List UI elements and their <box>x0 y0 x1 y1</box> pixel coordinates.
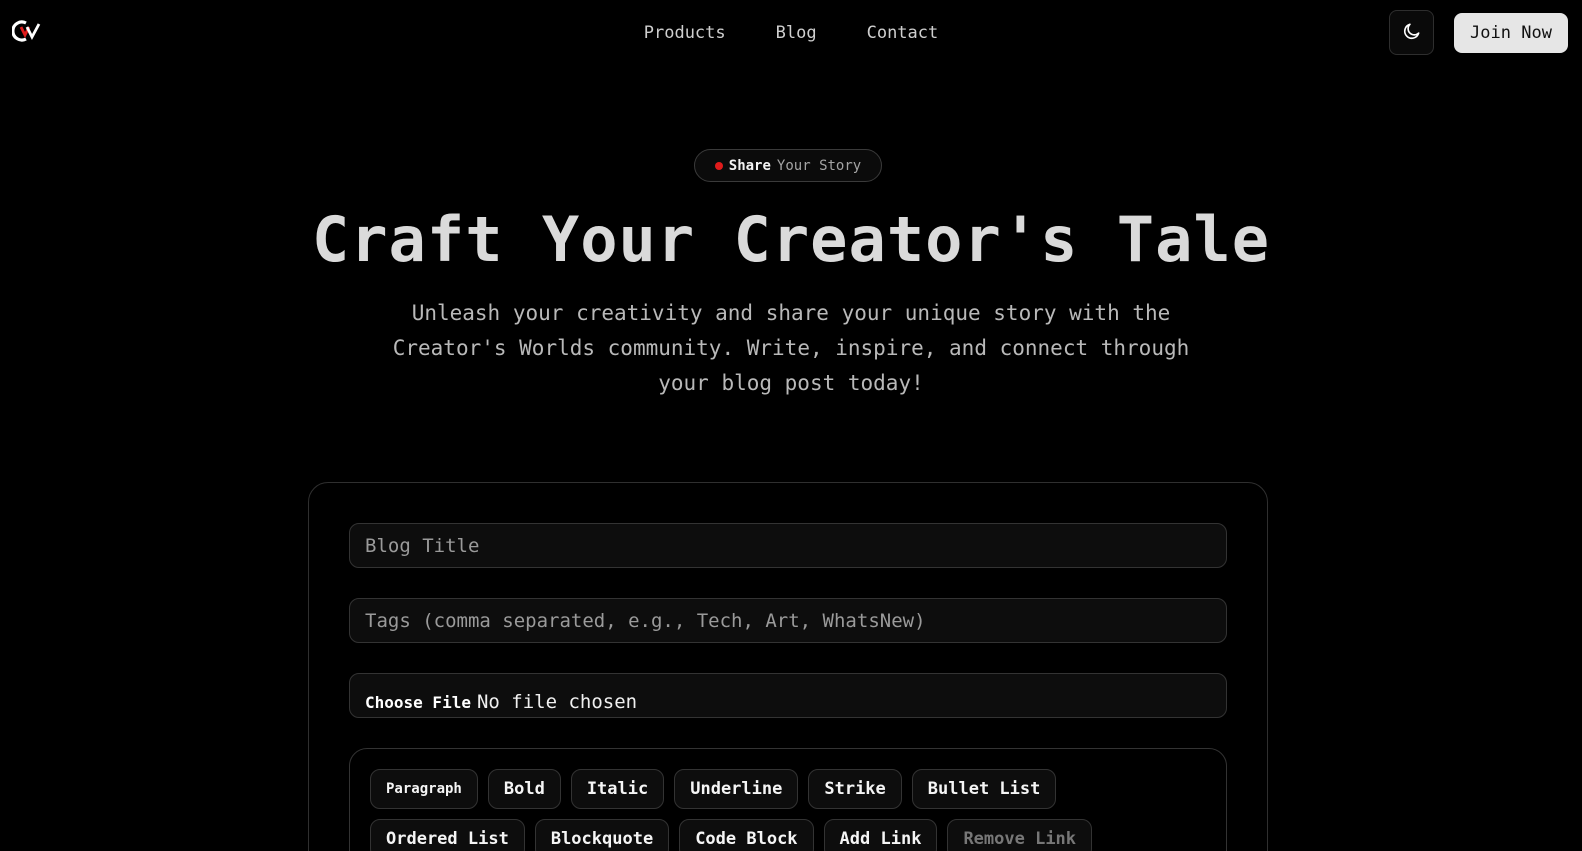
choose-file-button[interactable]: Choose File <box>365 691 471 715</box>
blockquote-button[interactable]: Blockquote <box>534 819 670 851</box>
badge-strong-text: Share <box>728 157 771 174</box>
rich-text-editor: Paragraph Bold Italic Underline Strike B… <box>349 748 1227 851</box>
nav-products-link[interactable]: Products <box>644 20 726 46</box>
blog-title-input[interactable] <box>349 523 1227 568</box>
moon-icon <box>1402 21 1422 45</box>
status-dot-icon <box>714 161 723 170</box>
editor-toolbar: Paragraph Bold Italic Underline Strike B… <box>370 769 1210 851</box>
code-block-button[interactable]: Code Block <box>679 819 814 851</box>
add-link-button[interactable]: Add Link <box>823 819 938 851</box>
nav-contact-link[interactable]: Contact <box>867 20 939 46</box>
theme-toggle-button[interactable] <box>1389 10 1434 55</box>
nav-blog-link[interactable]: Blog <box>776 20 817 46</box>
paragraph-button[interactable]: Paragraph <box>370 769 478 809</box>
page: Products Blog Contact Join Now Share You… <box>0 0 1582 851</box>
bold-button[interactable]: Bold <box>487 769 561 809</box>
italic-button[interactable]: Italic <box>570 769 665 809</box>
bullet-list-button[interactable]: Bullet List <box>911 769 1057 809</box>
strike-button[interactable]: Strike <box>808 769 902 809</box>
underline-button[interactable]: Underline <box>674 769 799 809</box>
top-nav-bar: Products Blog Contact Join Now <box>0 0 1582 66</box>
ordered-list-button[interactable]: Ordered List <box>370 819 525 851</box>
main-nav: Products Blog Contact <box>0 20 1582 46</box>
tags-input[interactable] <box>349 598 1227 643</box>
share-story-badge: Share Your Story <box>694 149 882 182</box>
page-subtitle: Unleash your creativity and share your u… <box>392 301 1190 395</box>
file-status-text: No file chosen <box>476 691 638 713</box>
file-upload-field[interactable]: Choose File No file chosen <box>349 673 1227 718</box>
badge-rest-text: Your Story <box>776 157 862 174</box>
remove-link-button[interactable]: Remove Link <box>947 819 1093 851</box>
join-now-button[interactable]: Join Now <box>1454 13 1568 53</box>
cv-logo-icon[interactable] <box>11 18 42 44</box>
page-title: Craft Your Creator's Tale <box>311 203 1271 276</box>
